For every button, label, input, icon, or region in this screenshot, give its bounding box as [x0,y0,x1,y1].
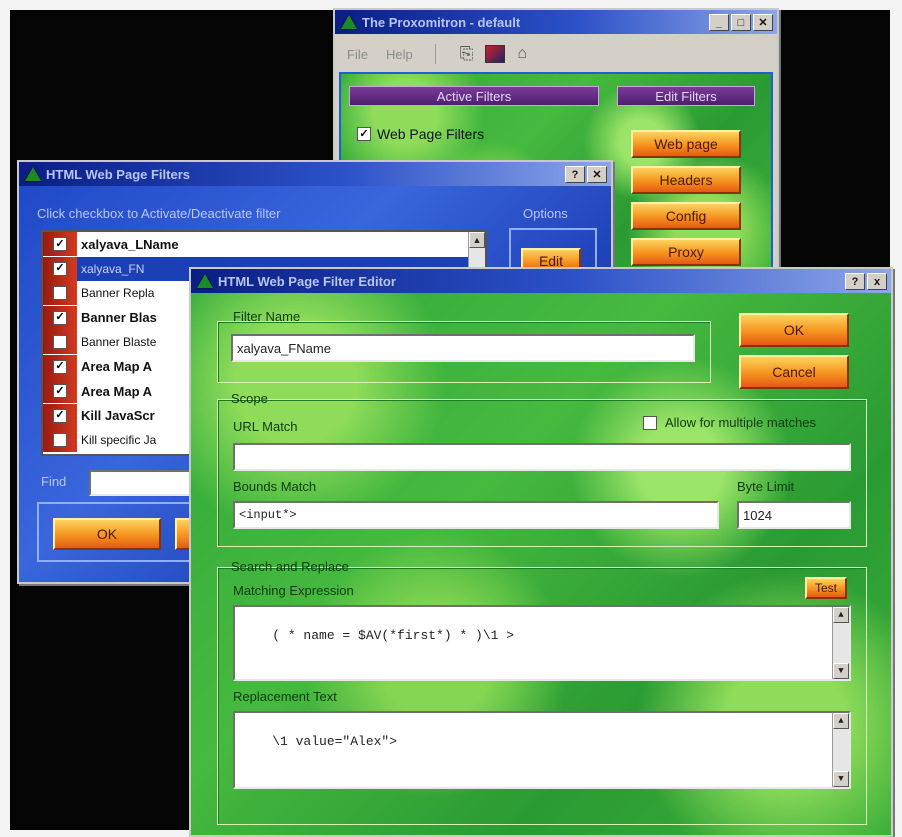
byte-limit-label: Byte Limit [737,479,795,494]
monitor-icon[interactable] [485,45,506,63]
filter-checkbox-cell[interactable]: ✓ [43,403,77,428]
allow-multiple-option[interactable]: Allow for multiple matches [643,415,816,430]
filters-logo-icon [25,167,41,181]
proxy-button[interactable]: Proxy [631,238,741,266]
allow-multiple-label: Allow for multiple matches [665,415,816,430]
filter-editor-window: HTML Web Page Filter Editor ? x Filter N… [189,267,893,837]
filter-item-label: Banner Repla [81,286,155,300]
filter-item-label: Kill JavaScr [81,408,155,423]
filter-checkbox-cell[interactable] [43,281,77,305]
matching-expression-input[interactable]: ( * name = $AV(*first*) * )\1 > ▲ ▼ [233,605,851,681]
matching-scroll-up-arrow[interactable]: ▲ [833,607,849,623]
filter-item-label: xalyava_LName [81,236,179,252]
filter-checkbox-cell[interactable]: ✓ [43,379,77,403]
filter-checkbox-cell[interactable]: ✓ [43,256,77,281]
headers-button[interactable]: Headers [631,166,741,194]
filter-checkbox-cell[interactable]: ✓ [43,305,77,330]
editor-titlebar[interactable]: HTML Web Page Filter Editor ? x [191,269,891,293]
editor-help-button[interactable]: ? [845,273,865,290]
filter-checkbox[interactable]: ✓ [53,261,67,276]
filters-ok-button[interactable]: OK [53,518,161,550]
matching-expression-scrollbar[interactable]: ▲ ▼ [832,607,849,679]
home-icon[interactable]: ⌂ [517,45,527,63]
filter-item-label: xalyava_FN [81,261,145,276]
filter-checkbox-cell[interactable]: ✓ [43,354,77,379]
search-replace-label: Search and Replace [231,559,349,574]
filter-name-input[interactable]: xalyava_FName [231,334,695,362]
minimize-button[interactable]: _ [709,14,729,31]
editor-ok-button[interactable]: OK [739,313,849,347]
filter-item-label: Area Map A [81,383,153,399]
bounds-match-label: Bounds Match [233,479,317,494]
find-label: Find [41,474,67,489]
editor-close-button[interactable]: x [867,273,887,290]
filter-checkbox[interactable]: ✓ [53,359,67,374]
web-page-filters-label: Web Page Filters [377,126,485,142]
filter-checkbox[interactable]: ✓ [53,237,67,251]
filters-titlebar[interactable]: HTML Web Page Filters ? ✕ [19,162,611,186]
matching-scroll-down-arrow[interactable]: ▼ [833,663,849,679]
matching-expression-text: ( * name = $AV(*first*) * )\1 > [272,628,515,643]
filter-checkbox[interactable] [53,335,67,349]
editor-window-title: HTML Web Page Filter Editor [218,273,396,289]
replacement-text-input[interactable]: \1 value="Alex"> ▲ ▼ [233,711,851,789]
filters-help-button[interactable]: ? [565,166,585,183]
replacement-scroll-up-arrow[interactable]: ▲ [833,713,849,729]
menu-file[interactable]: File [347,47,368,62]
main-window-title: The Proxomitron - default [362,14,521,30]
replacement-text-label: Replacement Text [233,689,337,704]
replacement-text-text: \1 value="Alex"> [272,734,398,749]
filters-close-button[interactable]: ✕ [587,166,607,183]
url-match-input[interactable] [233,443,851,471]
filters-window-title: HTML Web Page Filters [46,166,190,182]
filter-checkbox-cell[interactable] [43,428,77,452]
filter-item-label: Area Map A [81,359,153,374]
replacement-scroll-down-arrow[interactable]: ▼ [833,771,849,787]
main-menubar: File Help ⎘ ⌂ [335,40,777,68]
maximize-button[interactable]: □ [731,14,751,31]
web-page-filters-checkbox[interactable]: ✓ [357,127,371,141]
proxomitron-logo-icon [341,15,357,29]
scope-label: Scope [231,391,268,406]
filter-checkbox[interactable] [53,286,67,300]
filter-checkbox-cell[interactable] [43,330,77,354]
byte-limit-input[interactable]: 1024 [737,501,851,529]
menu-help[interactable]: Help [386,47,413,62]
filter-item-label: Banner Blaste [81,335,157,349]
filters-instruction: Click checkbox to Activate/Deactivate fi… [37,206,281,221]
filter-checkbox[interactable]: ✓ [53,384,67,398]
config-button[interactable]: Config [631,202,741,230]
close-button[interactable]: ✕ [753,14,773,31]
filter-item-label: Banner Blas [81,310,157,325]
filter-checkbox-cell[interactable]: ✓ [43,232,77,256]
active-filters-header: Active Filters [349,86,599,106]
filter-checkbox[interactable]: ✓ [53,408,67,423]
edit-filters-header: Edit Filters [617,86,755,106]
web-page-filters-option[interactable]: ✓ Web Page Filters [357,126,484,142]
url-match-label: URL Match [233,419,298,434]
filter-checkbox[interactable]: ✓ [53,310,67,325]
filter-name-label: Filter Name [233,309,301,324]
matching-expression-label: Matching Expression [233,583,354,598]
menu-divider [434,44,436,64]
filters-scroll-up-arrow[interactable]: ▲ [469,232,485,248]
replacement-text-scrollbar[interactable]: ▲ ▼ [832,713,849,787]
log-window-icon[interactable]: ⎘ [460,44,474,64]
filter-item-label: Kill specific Ja [81,433,157,447]
editor-logo-icon [197,274,213,288]
filter-checkbox[interactable] [53,433,67,447]
options-label: Options [523,206,568,221]
main-titlebar[interactable]: The Proxomitron - default _ □ ✕ [335,10,777,34]
web-page-button[interactable]: Web page [631,130,741,158]
test-button[interactable]: Test [805,577,847,599]
allow-multiple-checkbox[interactable] [643,415,657,430]
bounds-match-input[interactable]: <input*> [233,501,719,529]
editor-cancel-button[interactable]: Cancel [739,355,849,389]
filter-list-item[interactable]: ✓ xalyava_LName [43,232,471,256]
